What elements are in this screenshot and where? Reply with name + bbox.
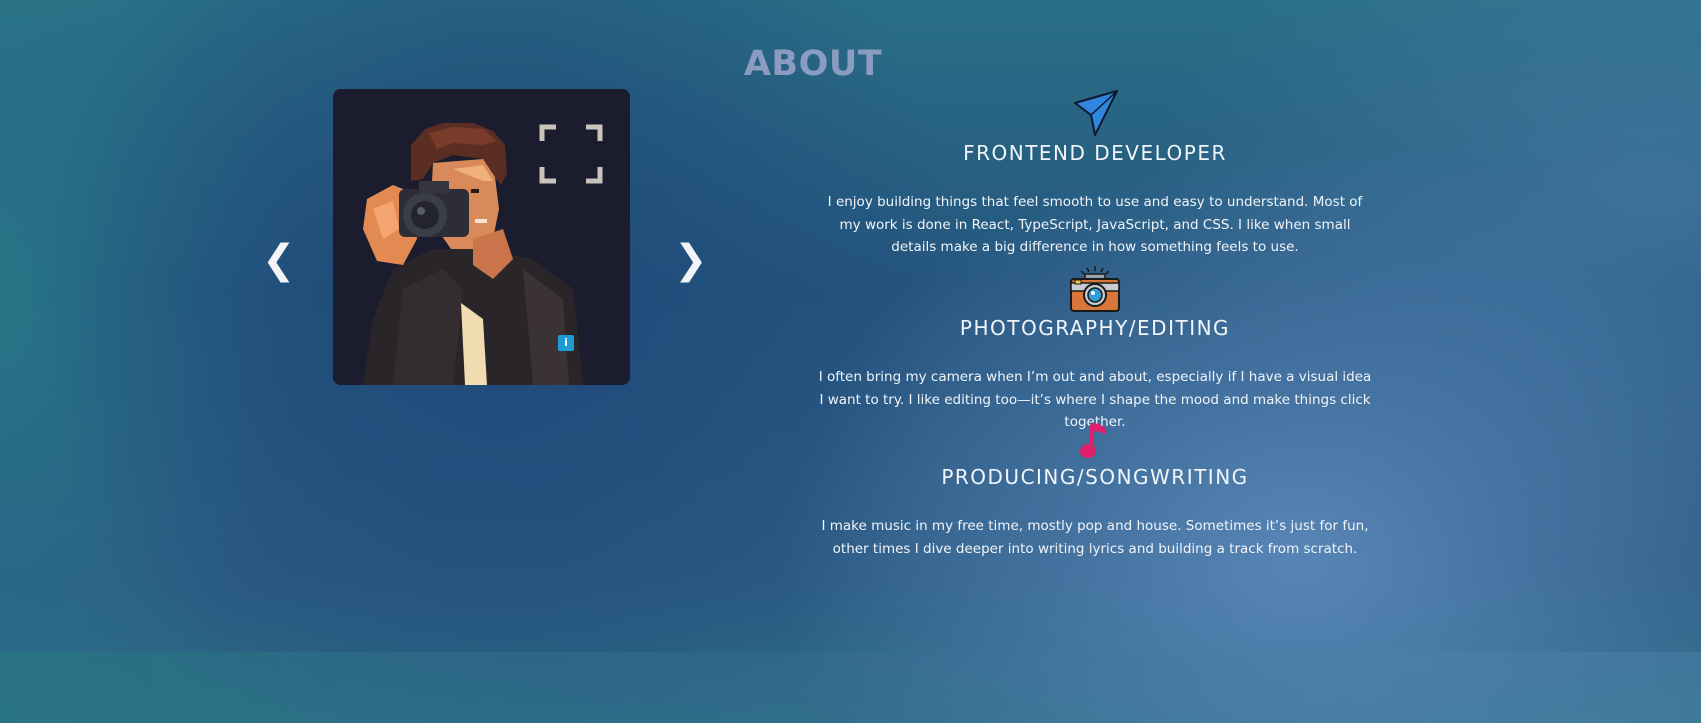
section-text: I enjoy building things that feel smooth…: [827, 194, 1363, 255]
camera-icon: [1070, 266, 1120, 312]
section-text: I make music in my free time, mostly pop…: [821, 518, 1369, 557]
section-frontend: FRONTEND DEVELOPER I enjoy building thin…: [790, 89, 1400, 259]
section-music: PRODUCING/SONGWRITING I make music in my…: [790, 421, 1400, 560]
pixel-portrait-image: [333, 89, 630, 385]
section-heading: FRONTEND DEVELOPER: [963, 141, 1227, 165]
section-heading: PHOTOGRAPHY/EDITING: [959, 316, 1231, 340]
info-badge[interactable]: i: [558, 335, 574, 351]
paper-plane-icon: [1074, 90, 1118, 136]
footer-band: [0, 652, 1701, 723]
page-title: ABOUT: [743, 44, 883, 84]
carousel-prev-button[interactable]: ❮: [262, 240, 296, 280]
music-note-icon: [1080, 423, 1106, 458]
pixel-art-photo: [333, 89, 630, 385]
section-heading: PRODUCING/SONGWRITING: [941, 465, 1249, 489]
section-photography: PHOTOGRAPHY/EDITING I often bring my cam…: [790, 266, 1400, 434]
carousel-next-button[interactable]: ❯: [674, 240, 708, 280]
